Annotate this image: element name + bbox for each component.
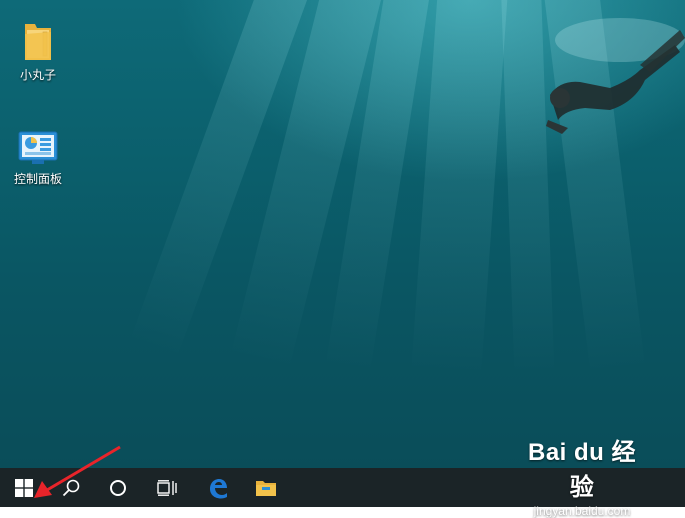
task-view-icon	[157, 479, 177, 496]
edge-browser-icon	[210, 478, 227, 498]
annotation-arrow-icon	[34, 445, 121, 498]
control-panel-icon	[18, 131, 58, 164]
file-explorer-button[interactable]	[242, 468, 290, 507]
folder-icon	[25, 24, 51, 60]
task-view-button[interactable]	[143, 468, 191, 507]
desktop-icon-control-panel[interactable]: 控制面板	[6, 130, 70, 187]
desktop-icon-folder[interactable]: 小丸子	[6, 20, 70, 83]
swimmer-image	[546, 18, 685, 134]
edge-browser-button[interactable]	[194, 468, 242, 507]
desktop-icon-label: 控制面板	[13, 172, 62, 186]
watermark-url: jingyan.baidu.com	[533, 504, 631, 518]
desktop-wallpaper: 小丸子 控制面板	[0, 0, 685, 468]
file-explorer-icon	[256, 480, 276, 496]
watermark-brand: Bai du 经验	[527, 439, 636, 501]
desktop-icon-label: 小丸子	[19, 68, 56, 82]
baidu-watermark: Bai du 经验 jingyan.baidu.com	[517, 432, 647, 518]
